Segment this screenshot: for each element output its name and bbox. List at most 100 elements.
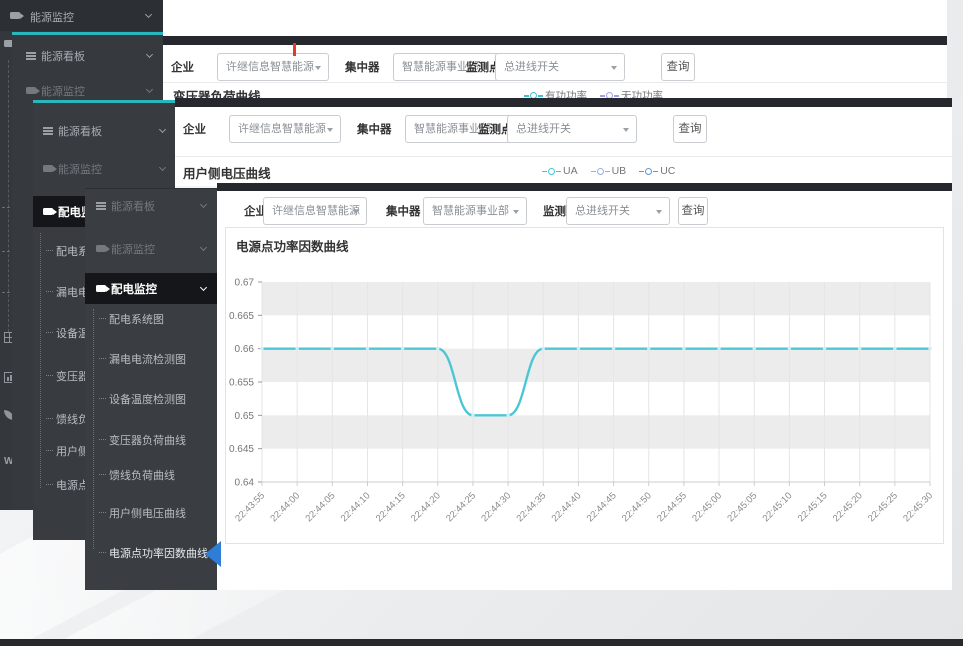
legend-item[interactable]: UB [592, 165, 627, 177]
enterprise-select[interactable]: 许继信息智慧能源 [263, 197, 367, 225]
query-button[interactable]: 查询 [678, 197, 708, 225]
legend-label: UB [612, 165, 627, 177]
submenu-item-active[interactable]: 电源点功率因数曲线 [99, 545, 208, 561]
enterprise-select[interactable]: 许继信息智慧能源 [229, 115, 341, 143]
svg-text:0.67: 0.67 [235, 278, 255, 289]
svg-text:22:45:30: 22:45:30 [901, 490, 935, 524]
sidebar-item-energy-monitoring[interactable]: 能源监控 [0, 0, 163, 31]
svg-text:22:45:05: 22:45:05 [725, 490, 759, 524]
divider [163, 82, 947, 83]
panel-transformer: 企业 许继信息智慧能源 集中器 智慧能源事业部 监测点 总进线开关 查询 变压器… [163, 45, 947, 103]
svg-text:22:44:45: 22:44:45 [585, 490, 619, 524]
legend-item[interactable]: UA [543, 165, 578, 177]
query-button[interactable]: 查询 [661, 53, 695, 81]
panel-power-factor: 企业 许继信息智慧能源 集中器 智慧能源事业部 监测点 总进线开关 查询 电源点… [217, 191, 952, 590]
svg-text:0.655: 0.655 [229, 378, 254, 389]
submenu-item[interactable]: 配电系统图 [99, 311, 164, 327]
submenu-item[interactable]: 漏电电流检测图 [99, 351, 186, 367]
sidebar-item-label: 能源看板 [58, 123, 102, 139]
svg-text:22:44:15: 22:44:15 [374, 490, 408, 524]
svg-text:22:44:50: 22:44:50 [620, 490, 654, 524]
legend-label: UC [660, 165, 675, 177]
concentrator-label: 集中器 [357, 121, 392, 135]
enterprise-label: 企业 [171, 59, 194, 73]
scroll-gutter[interactable] [947, 0, 963, 100]
svg-text:22:44:40: 22:44:40 [550, 490, 584, 524]
camera-icon [96, 245, 106, 252]
legend-label: UA [563, 165, 578, 177]
panel-voltage: 企业 许继信息智慧能源 集中器 智慧能源事业部 监测点 总进线开关 查询 用户侧… [175, 107, 952, 186]
sidebar-item-distribution-monitoring[interactable]: 配电监控 [85, 273, 217, 304]
tree-line [40, 233, 41, 488]
svg-text:22:43:55: 22:43:55 [233, 490, 267, 524]
submenu-item[interactable]: 用户侧电压曲线 [99, 505, 186, 521]
chevron-down-icon [145, 11, 152, 18]
concentrator-select[interactable]: 智慧能源事业部 [423, 197, 527, 225]
svg-text:22:44:00: 22:44:00 [268, 490, 302, 524]
camera-icon [43, 208, 53, 215]
svg-text:0.66: 0.66 [235, 344, 255, 355]
panel-title: 用户侧电压曲线 [183, 163, 271, 182]
sidebar-item-label: 能源监控 [58, 161, 102, 177]
window-bottom-edge [0, 639, 963, 646]
kanban-icon [96, 202, 106, 210]
chevron-down-icon [146, 51, 153, 58]
chevron-down-icon [200, 244, 207, 251]
chart-card: 电源点功率因数曲线 0.67 0.665 0.66 0.655 0.65 0.645 0.6… [225, 227, 944, 544]
svg-text:22:45:20: 22:45:20 [831, 490, 865, 524]
enterprise-select[interactable]: 许继信息智慧能源 [217, 53, 329, 81]
chart-title: 电源点功率因数曲线 [236, 236, 349, 255]
legend-marker-icon [548, 168, 555, 175]
sidebar-layer4: 能源看板 能源监控 配电监控 配电系统图 漏电电流检测图 设备温度检测图 变压器… [85, 188, 217, 590]
camera-icon [43, 165, 53, 172]
sidebar-item-label: 能源监控 [41, 83, 85, 99]
top-nav-bar [175, 98, 952, 107]
sidebar-item-label: 能源看板 [41, 48, 85, 64]
sidebar-item-label: 能源监控 [111, 241, 155, 257]
svg-text:22:45:15: 22:45:15 [796, 490, 830, 524]
svg-text:22:45:10: 22:45:10 [761, 490, 795, 524]
chevron-down-icon [200, 284, 207, 291]
submenu-item[interactable]: 变压器负荷曲线 [99, 432, 186, 448]
query-button[interactable]: 查询 [673, 115, 707, 143]
svg-text:22:44:55: 22:44:55 [655, 490, 689, 524]
svg-text:0.65: 0.65 [235, 411, 255, 422]
legend-item[interactable]: UC [640, 165, 675, 177]
camera-icon [96, 285, 106, 292]
tree-tick [2, 251, 10, 252]
top-nav-bar [163, 36, 947, 45]
svg-text:0.645: 0.645 [229, 444, 254, 455]
red-caret-mark [293, 43, 296, 56]
submenu-item[interactable]: 馈线负荷曲线 [99, 467, 175, 483]
legend-marker-icon [597, 168, 604, 175]
submenu-item[interactable]: 设备温度检测图 [99, 391, 186, 407]
base-content-area [163, 0, 947, 38]
active-item-arrow-icon [205, 541, 221, 567]
chevron-down-icon [159, 126, 166, 133]
svg-text:0.665: 0.665 [229, 311, 254, 322]
svg-text:22:44:35: 22:44:35 [514, 490, 548, 524]
svg-text:22:44:20: 22:44:20 [409, 490, 443, 524]
divider [175, 156, 952, 157]
concentrator-label: 集中器 [386, 203, 421, 217]
svg-text:22:44:30: 22:44:30 [479, 490, 513, 524]
chevron-down-icon [146, 86, 153, 93]
point-select[interactable]: 总进线开关 [507, 115, 637, 143]
svg-text:0.64: 0.64 [235, 478, 255, 489]
top-nav-bar [217, 183, 952, 191]
chevron-down-icon [159, 164, 166, 171]
app-stage: 能源监控 W 电能 能源看板 能源监控 企业 许继信息智慧能源 集中器 智慧 [0, 0, 963, 646]
kanban-icon [43, 127, 53, 135]
sidebar-item-label: 能源监控 [30, 9, 74, 25]
svg-text:22:44:25: 22:44:25 [444, 490, 478, 524]
power-factor-chart: 0.670.6650.660.6550.650.6450.6422:43:552… [226, 254, 945, 544]
camera-icon [26, 87, 36, 94]
svg-text:22:44:10: 22:44:10 [339, 490, 373, 524]
point-select[interactable]: 总进线开关 [566, 197, 670, 225]
tree-line [93, 309, 94, 549]
sidebar-item-label: 能源看板 [111, 198, 155, 214]
point-select[interactable]: 总进线开关 [495, 53, 625, 81]
tree-tick [2, 292, 10, 293]
svg-text:22:44:05: 22:44:05 [304, 490, 338, 524]
tree-tick [2, 207, 10, 208]
